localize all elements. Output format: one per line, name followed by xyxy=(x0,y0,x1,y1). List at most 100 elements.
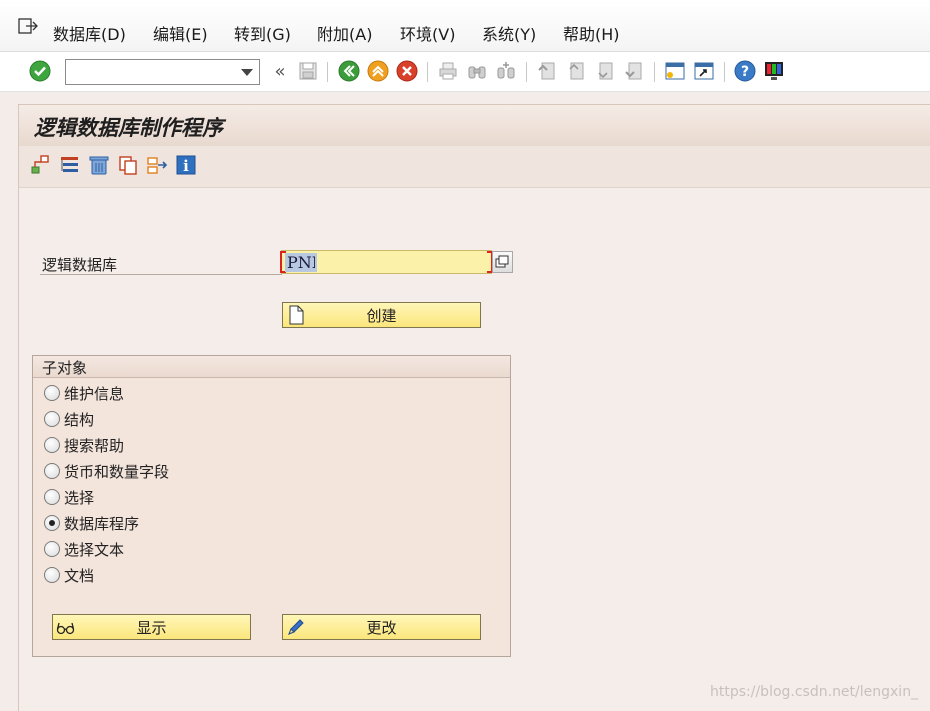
previous-page-button[interactable] xyxy=(565,60,587,82)
menu-environment[interactable]: 环境(V) xyxy=(400,21,455,45)
monitor-colors-icon xyxy=(765,62,783,80)
menu-goto[interactable]: 转到(G) xyxy=(234,21,291,45)
radio-button[interactable] xyxy=(44,437,60,453)
menu-bar: 数据库(D) 编辑(E) 转到(G) 附加(A) 环境(V) 系统(Y) 帮助(… xyxy=(0,0,930,52)
save-button[interactable] xyxy=(297,60,319,82)
pencil-icon xyxy=(288,619,304,635)
menu-help[interactable]: 帮助(H) xyxy=(563,21,620,45)
svg-text:i: i xyxy=(183,157,189,175)
toolbar-separator xyxy=(526,62,527,82)
radio-label: 货币和数量字段 xyxy=(64,462,170,481)
next-page-button[interactable] xyxy=(594,60,616,82)
structure-icon[interactable] xyxy=(59,154,81,176)
subobjects-group: 子对象 维护信息 结构 搜索帮助 货币和数量字段 选择 数据库程序 选择文本 文… xyxy=(32,355,511,657)
label-underline xyxy=(40,274,282,275)
radio-selections[interactable]: 选择 xyxy=(44,486,94,508)
radio-selection-texts[interactable]: 选择文本 xyxy=(44,538,124,560)
create-button-label: 创建 xyxy=(366,306,397,325)
collapse-command-button[interactable]: « xyxy=(269,60,291,82)
menu-system[interactable]: 系统(Y) xyxy=(482,21,536,45)
radio-button[interactable] xyxy=(44,541,60,557)
toolbar-separator xyxy=(327,62,328,82)
radio-database-program[interactable]: 数据库程序 xyxy=(44,512,139,534)
radio-button[interactable] xyxy=(44,489,60,505)
toolbar-separator xyxy=(427,62,428,82)
radio-structure[interactable]: 结构 xyxy=(44,408,94,430)
radio-maintenance-info[interactable]: 维护信息 xyxy=(44,382,124,404)
logical-database-label: 逻辑数据库 xyxy=(42,256,118,274)
menu-database[interactable]: 数据库(D) xyxy=(53,21,126,45)
next-page-icon xyxy=(598,62,613,80)
find-next-button[interactable] xyxy=(495,60,517,82)
radio-label: 维护信息 xyxy=(64,384,125,403)
new-document-icon xyxy=(289,305,304,325)
radio-label: 选择 xyxy=(64,488,95,507)
menu-edit[interactable]: 编辑(E) xyxy=(153,21,208,45)
shortcut-icon xyxy=(694,62,714,80)
menu-extras[interactable]: 附加(A) xyxy=(317,21,372,45)
radio-documentation[interactable]: 文档 xyxy=(44,564,94,586)
exit-icon xyxy=(367,60,389,82)
logical-database-input[interactable] xyxy=(285,253,317,272)
exit-menu-icon[interactable] xyxy=(17,16,39,36)
hierarchy-icon[interactable] xyxy=(29,154,51,176)
copy-icon[interactable] xyxy=(117,154,139,176)
toolbar-separator xyxy=(724,62,725,82)
display-button-label: 显示 xyxy=(136,618,167,637)
first-page-icon xyxy=(538,62,555,80)
radio-button-selected[interactable] xyxy=(44,515,60,531)
new-window-icon xyxy=(665,62,685,80)
application-toolbar: i xyxy=(18,146,930,188)
help-button[interactable]: ? xyxy=(734,60,756,82)
radio-button[interactable] xyxy=(44,385,60,401)
create-session-button[interactable] xyxy=(664,60,686,82)
layout-menu-button[interactable] xyxy=(763,60,785,82)
toolbar-separator xyxy=(654,62,655,82)
group-title-bar: 子对象 xyxy=(33,356,510,378)
exit-button[interactable] xyxy=(367,60,389,82)
back-icon xyxy=(338,60,360,82)
radio-search-help[interactable]: 搜索帮助 xyxy=(44,434,124,456)
watermark-text: https://blog.csdn.net/lengxin_ xyxy=(710,684,919,700)
display-button[interactable]: 显示 xyxy=(52,614,251,640)
back-button[interactable] xyxy=(338,60,360,82)
radio-button[interactable] xyxy=(44,411,60,427)
enter-button[interactable] xyxy=(29,60,51,82)
glasses-icon xyxy=(56,622,75,635)
cancel-button[interactable] xyxy=(396,60,418,82)
radio-currency-quantity[interactable]: 货币和数量字段 xyxy=(44,460,169,482)
trash-icon[interactable] xyxy=(88,154,110,176)
page-title: 逻辑数据库制作程序 xyxy=(34,115,223,140)
shortcut-button[interactable] xyxy=(693,60,715,82)
screen-title-bar: 逻辑数据库制作程序 xyxy=(18,104,930,146)
change-button[interactable]: 更改 xyxy=(282,614,481,640)
binoculars-icon xyxy=(468,66,486,79)
change-button-label: 更改 xyxy=(366,618,397,637)
command-field[interactable] xyxy=(65,59,260,85)
print-button[interactable] xyxy=(437,60,459,82)
radio-label: 搜索帮助 xyxy=(64,436,125,455)
help-icon: ? xyxy=(734,60,756,82)
create-button[interactable]: 创建 xyxy=(282,302,481,328)
rename-icon[interactable] xyxy=(146,154,168,176)
find-button[interactable] xyxy=(466,60,488,82)
binoculars-plus-icon xyxy=(497,62,515,79)
chevron-down-icon[interactable] xyxy=(241,69,253,76)
first-page-button[interactable] xyxy=(536,60,558,82)
previous-page-icon xyxy=(569,62,584,80)
last-page-icon xyxy=(625,62,642,80)
standard-toolbar: « ? xyxy=(0,52,930,92)
last-page-button[interactable] xyxy=(623,60,645,82)
command-input[interactable] xyxy=(66,60,236,84)
logical-database-field[interactable] xyxy=(280,250,493,274)
value-help-button[interactable] xyxy=(492,251,513,273)
radio-button[interactable] xyxy=(44,463,60,479)
svg-text:?: ? xyxy=(741,64,749,80)
radio-button[interactable] xyxy=(44,567,60,583)
radio-label: 选择文本 xyxy=(64,540,125,559)
check-icon xyxy=(29,60,51,82)
value-help-icon xyxy=(495,255,509,268)
double-chevron-left-icon: « xyxy=(274,60,286,82)
info-icon[interactable]: i xyxy=(175,154,197,176)
cancel-icon xyxy=(396,60,418,82)
